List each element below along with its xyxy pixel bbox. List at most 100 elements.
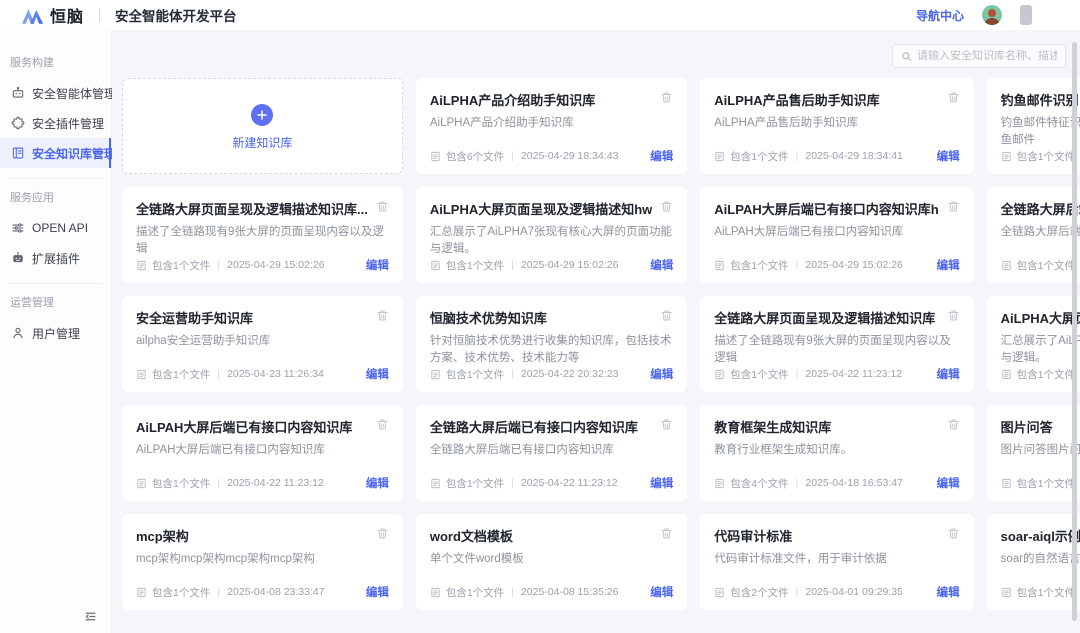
knowledge-card[interactable]: 恒脑技术优势知识库 针对恒脑技术优势进行收集的知识库，包括技术方案、技术优势、技… [416,296,687,392]
knowledge-card[interactable]: AiLPHA大屏页面呈现及逻辑描述知hw 汇总展示了AiLPHA7张现有核心大屏… [416,187,687,283]
delete-icon[interactable] [660,527,673,540]
edit-button[interactable]: 编辑 [937,584,960,600]
puzzle-icon [10,116,25,131]
knowledge-card[interactable]: AiLPHA产品售后助手知识库 AiLPHA产品售后助手知识库 包含1个文件 |… [700,78,973,174]
search-input-wrapper[interactable] [892,44,1066,68]
edit-button[interactable]: 编辑 [650,584,673,600]
edit-button[interactable]: 编辑 [937,257,960,273]
card-description: AiLPAH大屏后端已有接口内容知识库 [136,442,389,459]
user-avatar[interactable] [982,5,1002,25]
card-description: 汇总展示了AiLPHA7张现有核心大屏的页面功能与逻辑。 [430,224,673,257]
card-footer: 包含1个文件 | 2025-04-08 23:33:47 编辑 [136,584,389,600]
robot-icon [10,86,25,101]
card-title: 安全运营助手知识库 [136,308,368,327]
edit-button[interactable]: 编辑 [366,366,389,382]
delete-icon[interactable] [376,200,389,213]
knowledge-card[interactable]: 全链路大屏页面呈现及逻辑描述知识库 描述了全链路现有9张大屏的页面呈现内容以及逻… [700,296,973,392]
collapse-sidebar-icon[interactable] [84,610,97,623]
sidebar-item-knowledge-management[interactable]: 安全知识库管理 [0,138,111,168]
knowledge-card[interactable]: mcp架构 mcp架构mcp架构mcp架构mcp架构 包含1个文件 | 2025… [122,514,403,610]
sidebar-section: 运营管理 用户管理 [0,294,111,348]
edit-button[interactable]: 编辑 [366,475,389,491]
file-icon [430,478,441,489]
knowledge-card[interactable]: 代码审计标准 代码审计标准文件，用于审计依据 包含2个文件 | 2025-04-… [700,514,973,610]
sidebar-item-open-api[interactable]: OPEN API [0,213,111,243]
delete-icon[interactable] [947,309,960,322]
create-knowledge-card[interactable]: 新建知识库 [122,78,403,174]
file-count: 包含1个文件 [152,367,210,382]
card-title: 钓鱼邮件识别 [1001,90,1080,109]
search-row [122,44,1066,68]
knowledge-card[interactable]: 全链路大屏后端已有接口内容知识库 全链路大屏后端已有接口内容知识库 包含1个文件… [416,405,687,501]
sidebar-item-plugin-management[interactable]: 安全插件管理 [0,108,111,138]
delete-icon[interactable] [947,91,960,104]
edit-button[interactable]: 编辑 [650,148,673,164]
delete-icon[interactable] [376,527,389,540]
edit-button[interactable]: 编辑 [937,148,960,164]
knowledge-card[interactable]: AiLPHA产品介绍助手知识库 AiLPHA产品介绍助手知识库 包含6个文件 |… [416,78,687,174]
knowledge-card[interactable]: AiLPAH大屏后端已有接口内容知识库 AiLPAH大屏后端已有接口内容知识库 … [122,405,403,501]
delete-icon[interactable] [947,527,960,540]
sidebar: 服务构建 安全智能体管理 安全插件管理 安全知识库管理 服务应用 OPEN AP… [0,30,112,633]
user-menu-placeholder[interactable] [1020,5,1032,25]
edit-button[interactable]: 编辑 [650,366,673,382]
sidebar-sections: 服务构建 安全智能体管理 安全插件管理 安全知识库管理 服务应用 OPEN AP… [0,54,111,348]
book-icon [10,146,25,161]
edit-button[interactable]: 编辑 [366,257,389,273]
knowledge-card[interactable]: 钓鱼邮件识别 钓鱼邮件特征识别，可基于该知识库内容识别钓鱼邮件 包含1个文件 |… [987,78,1080,174]
nav-center-link[interactable]: 导航中心 [916,7,964,24]
file-icon [136,478,147,489]
edit-button[interactable]: 编辑 [650,475,673,491]
edit-button[interactable]: 编辑 [937,366,960,382]
card-footer: 包含1个文件 | 2025-04-29 15:02:26 编辑 [136,257,389,273]
delete-icon[interactable] [947,200,960,213]
delete-icon[interactable] [660,91,673,104]
knowledge-card[interactable]: 安全运营助手知识库 ailpha安全运营助手知识库 包含1个文件 | 2025-… [122,296,403,392]
timestamp: 2025-04-23 11:26:34 [227,368,324,380]
card-title: soar-aiql示例库 [1001,526,1080,545]
delete-icon[interactable] [376,418,389,431]
knowledge-card[interactable]: 教育框架生成知识库 教育行业框架生成知识库。 包含4个文件 | 2025-04-… [700,405,973,501]
top-header: 恒脑 安全智能体开发平台 导航中心 [0,0,1080,30]
edit-button[interactable]: 编辑 [937,475,960,491]
card-header: 安全运营助手知识库 [136,308,389,327]
edit-button[interactable]: 编辑 [650,257,673,273]
card-header: AiLPHA大屏页面呈现及逻辑描述知识库 [1001,308,1080,327]
card-title: AiLPAH大屏后端已有接口内容知识库 [136,417,368,436]
delete-icon[interactable] [660,418,673,431]
card-footer: 包含1个文件 | 2025-04-22 11:23:12 编辑 [714,366,959,382]
file-icon [714,369,725,380]
edit-button[interactable]: 编辑 [366,584,389,600]
card-header: soar-aiql示例库 [1001,526,1080,545]
file-count: 包含1个文件 [152,585,210,600]
knowledge-card[interactable]: soar-aiql示例库 soar的自然语言转aiql例子 包含1个文件 | 2… [987,514,1080,610]
footer-separator: | [217,368,220,380]
delete-icon[interactable] [660,200,673,213]
knowledge-card[interactable]: word文档模板 单个文件word模板 包含1个文件 | 2025-04-08 … [416,514,687,610]
sidebar-item-user-management[interactable]: 用户管理 [0,318,111,348]
sidebar-divider [8,283,103,284]
file-icon [430,587,441,598]
knowledge-card[interactable]: 全链路大屏后端已有接口内容知识库hwf 全链路大屏后端已有接口内容知识库 包含1… [987,187,1080,283]
card-description: 教育行业框架生成知识库。 [714,442,959,459]
card-header: AiLPAH大屏后端已有接口内容知识库h [714,199,959,218]
timestamp: 2025-04-29 18:34:41 [805,150,903,162]
sidebar-item-agent-management[interactable]: 安全智能体管理 [0,78,111,108]
file-icon [714,260,725,271]
card-description: 图片问答图片问答图片问答 [1001,442,1080,459]
sidebar-item-extension-plugin[interactable]: 扩展插件 [0,243,111,273]
timestamp: 2025-04-29 15:02:26 [227,259,325,271]
knowledge-card[interactable]: AiLPHA大屏页面呈现及逻辑描述知识库 汇总展示了AiLPHA7张现有核心大屏… [987,296,1080,392]
knowledge-card[interactable]: 全链路大屏页面呈现及逻辑描述知识库... 描述了全链路现有9张大屏的页面呈现内容… [122,187,403,283]
vertical-scrollbar[interactable] [1072,42,1077,621]
delete-icon[interactable] [660,309,673,322]
knowledge-card[interactable]: 图片问答 图片问答图片问答图片问答 包含1个文件 | 2025-04-09 00… [987,405,1080,501]
delete-icon[interactable] [376,309,389,322]
card-title: AiLPAH大屏后端已有接口内容知识库h [714,199,938,218]
file-icon [714,478,725,489]
file-count: 包含1个文件 [1017,585,1075,600]
file-icon [1001,151,1012,162]
knowledge-card[interactable]: AiLPAH大屏后端已有接口内容知识库h AiLPAH大屏后端已有接口内容知识库… [700,187,973,283]
search-input[interactable] [917,50,1057,62]
delete-icon[interactable] [947,418,960,431]
